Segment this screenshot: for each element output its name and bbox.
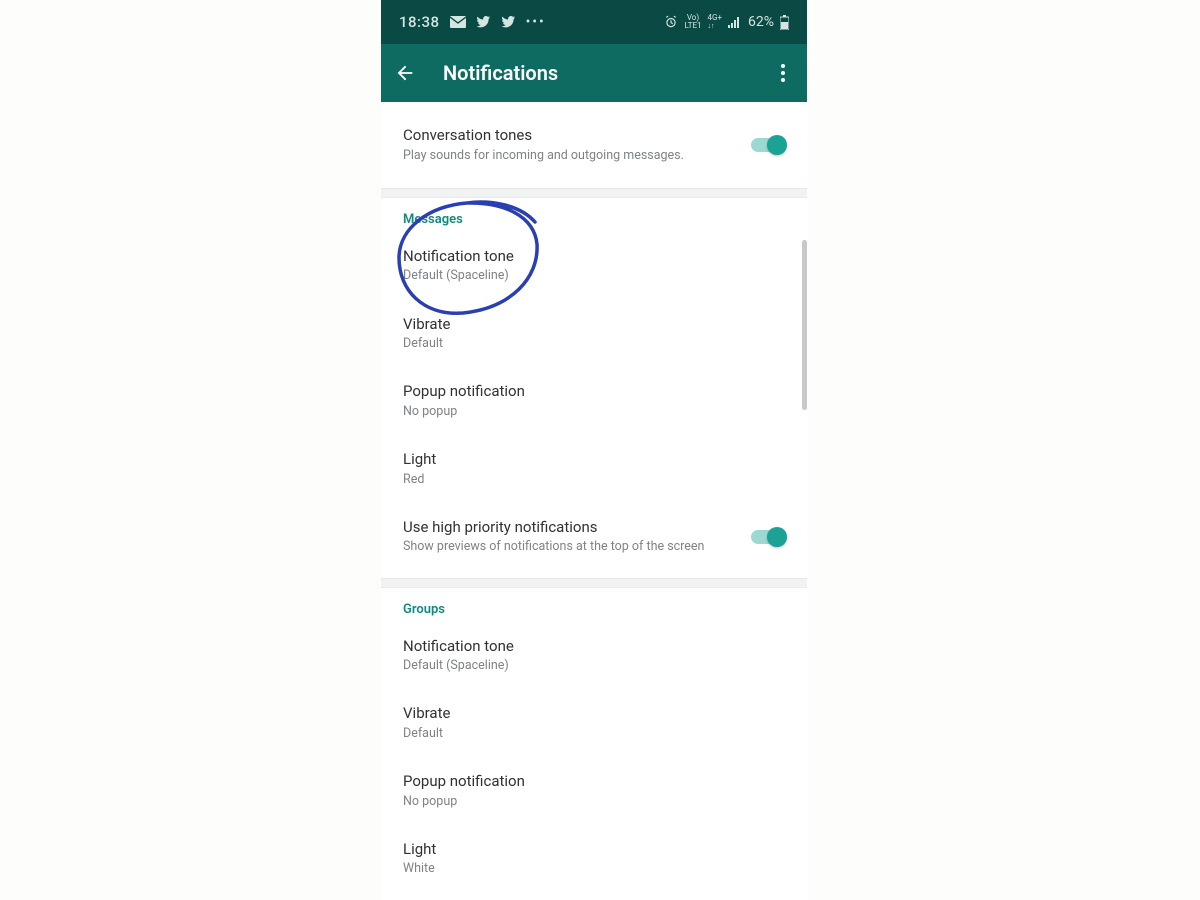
groups-light-row[interactable]: Light White bbox=[381, 824, 807, 892]
conversation-tones-toggle[interactable] bbox=[751, 135, 785, 155]
groups-vibrate-row[interactable]: Vibrate Default bbox=[381, 688, 807, 756]
setting-title: Conversation tones bbox=[403, 126, 739, 146]
messages-notification-tone-row[interactable]: Notification tone Default (Spaceline) bbox=[381, 231, 807, 299]
setting-title: Vibrate bbox=[403, 315, 785, 335]
setting-subtitle: No popup bbox=[403, 794, 785, 810]
messages-section-header: Messages bbox=[381, 198, 807, 231]
groups-high-priority-row[interactable]: Use high priority notifications bbox=[381, 892, 807, 900]
messages-popup-row[interactable]: Popup notification No popup bbox=[381, 366, 807, 434]
setting-title: Light bbox=[403, 840, 785, 860]
setting-subtitle: Play sounds for incoming and outgoing me… bbox=[403, 148, 739, 164]
groups-popup-row[interactable]: Popup notification No popup bbox=[381, 756, 807, 824]
twitter-icon bbox=[476, 16, 491, 28]
content-area: Conversation tones Play sounds for incom… bbox=[381, 102, 807, 900]
mail-icon bbox=[450, 16, 466, 28]
messages-vibrate-row[interactable]: Vibrate Default bbox=[381, 299, 807, 367]
page-title: Notifications bbox=[443, 61, 745, 85]
twitter-icon bbox=[501, 16, 516, 28]
setting-subtitle: Default (Spaceline) bbox=[403, 268, 785, 284]
setting-subtitle: Default bbox=[403, 726, 785, 742]
groups-section-header: Groups bbox=[381, 588, 807, 621]
network-text: Vo)LTE1 bbox=[684, 14, 701, 30]
alarm-icon bbox=[664, 15, 678, 29]
setting-title: Use high priority notifications bbox=[403, 518, 739, 538]
setting-subtitle: Show previews of notifications at the to… bbox=[403, 539, 739, 555]
setting-title: Notification tone bbox=[403, 637, 785, 657]
messages-high-priority-row[interactable]: Use high priority notifications Show pre… bbox=[381, 502, 807, 570]
battery-icon bbox=[780, 15, 789, 30]
setting-title: Popup notification bbox=[403, 382, 785, 402]
overflow-menu-button[interactable] bbox=[769, 59, 797, 87]
conversation-tones-row[interactable]: Conversation tones Play sounds for incom… bbox=[381, 102, 807, 178]
messages-light-row[interactable]: Light Red bbox=[381, 434, 807, 502]
messages-high-priority-toggle[interactable] bbox=[751, 527, 785, 547]
setting-subtitle: Red bbox=[403, 472, 785, 488]
network-text-2: 4G+↓↑ bbox=[708, 14, 722, 30]
signal-icon bbox=[728, 16, 742, 28]
section-divider bbox=[381, 188, 807, 198]
status-bar: 18:38 ••• Vo)LTE1 4G+↓↑ 62% bbox=[381, 0, 807, 44]
battery-percentage: 62% bbox=[748, 14, 774, 30]
setting-title: Light bbox=[403, 450, 785, 470]
back-button[interactable] bbox=[391, 59, 419, 87]
setting-subtitle: Default (Spaceline) bbox=[403, 658, 785, 674]
groups-notification-tone-row[interactable]: Notification tone Default (Spaceline) bbox=[381, 621, 807, 689]
scroll-indicator[interactable] bbox=[802, 240, 807, 410]
section-divider bbox=[381, 578, 807, 588]
setting-subtitle: No popup bbox=[403, 404, 785, 420]
status-time: 18:38 bbox=[399, 13, 440, 31]
more-icon: ••• bbox=[526, 14, 546, 30]
setting-subtitle: White bbox=[403, 861, 785, 877]
setting-title: Vibrate bbox=[403, 704, 785, 724]
setting-title: Popup notification bbox=[403, 772, 785, 792]
phone-frame: 18:38 ••• Vo)LTE1 4G+↓↑ 62% bbox=[381, 0, 807, 900]
setting-subtitle: Default bbox=[403, 336, 785, 352]
setting-title: Notification tone bbox=[403, 247, 785, 267]
app-bar: Notifications bbox=[381, 44, 807, 102]
